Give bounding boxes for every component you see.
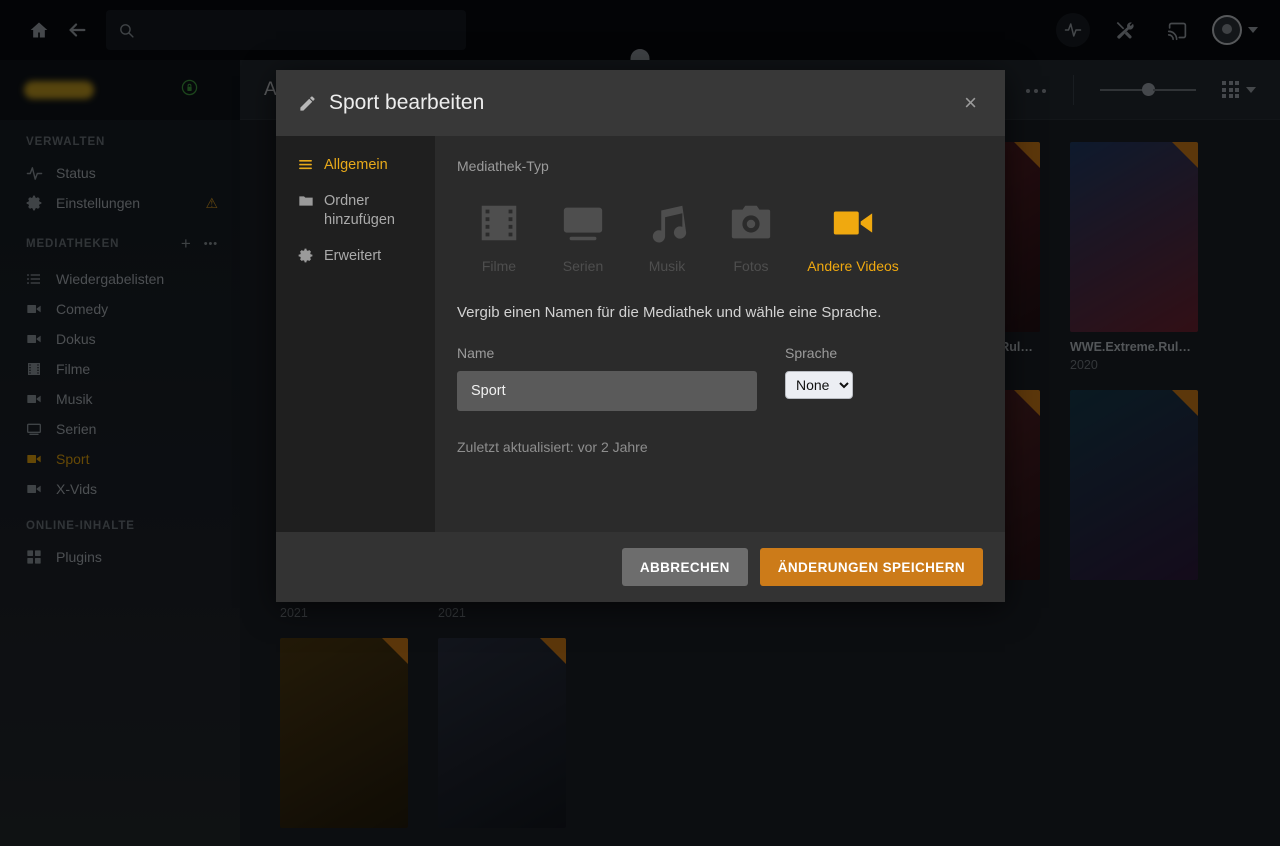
edit-library-dialog: Sport bearbeiten × Allgemein Ordner hinz… [276, 70, 1005, 602]
language-select[interactable]: None [785, 371, 853, 399]
last-updated-text: Zuletzt aktualisiert: vor 2 Jahre [457, 439, 648, 455]
media-type-label-text: Musik [648, 258, 686, 274]
media-type-options: Filme Serien Musik Fotos Andere Videos [457, 200, 1005, 274]
camera-icon [731, 205, 771, 239]
library-name-input[interactable] [457, 371, 757, 411]
media-type-label-text: Filme [481, 258, 517, 274]
media-type-label-text: Serien [562, 258, 604, 274]
form-hint: Vergib einen Namen für die Mediathek und… [457, 304, 882, 321]
app-root: A WWE.Clash.of.Cha…2021WWE.Crown.Jewel.…… [0, 0, 1280, 846]
dialog-header: Sport bearbeiten × [276, 70, 1005, 136]
close-icon[interactable]: × [958, 88, 983, 118]
media-type-label: Mediathek-Typ [457, 158, 549, 174]
media-type-musik[interactable]: Musik [625, 200, 709, 274]
video-camera-icon [833, 211, 873, 235]
music-note-icon [652, 205, 687, 243]
dialog-nav-label: Allgemein [324, 157, 388, 173]
media-type-andere-videos[interactable]: Andere Videos [793, 200, 913, 274]
film-strip-icon [481, 205, 517, 241]
tv-icon [563, 207, 603, 241]
name-field-group: Name [457, 345, 757, 411]
dialog-title: Sport bearbeiten [329, 91, 485, 114]
cancel-button[interactable]: ABBRECHEN [621, 548, 748, 586]
folder-icon [298, 193, 318, 209]
media-type-label-text: Andere Videos [807, 258, 899, 274]
save-changes-button[interactable]: ÄNDERUNGEN SPEICHERN [759, 548, 983, 586]
form-row: Name Sprache None [457, 345, 1005, 411]
dialog-main: Mediathek-Typ Filme Serien Musik Fotos A… [435, 136, 1005, 532]
dialog-nav-label: Ordner hinzufügen [324, 192, 395, 229]
dialog-nav-item-allgemein[interactable]: Allgemein [276, 148, 435, 184]
media-type-filme[interactable]: Filme [457, 200, 541, 274]
dialog-nav-item-ordner-hinzufuegen[interactable]: Ordner hinzufügen [276, 184, 435, 239]
dialog-nav: Allgemein Ordner hinzufügen Erweitert [276, 136, 435, 532]
language-field-group: Sprache None [785, 345, 853, 411]
dialog-footer: ABBRECHEN ÄNDERUNGEN SPEICHERN [276, 532, 1005, 602]
hamburger-icon [298, 157, 318, 172]
dialog-nav-label: Erweitert [324, 247, 382, 264]
name-label: Name [457, 345, 495, 361]
gear-icon [298, 248, 318, 263]
dialog-nav-item-erweitert[interactable]: Erweitert [276, 239, 435, 275]
media-type-serien[interactable]: Serien [541, 200, 625, 274]
dialog-body: Allgemein Ordner hinzufügen Erweitert Me… [276, 136, 1005, 532]
media-type-label-text: Fotos [733, 258, 769, 274]
language-label: Sprache [785, 345, 838, 361]
pencil-icon [298, 94, 317, 113]
media-type-fotos[interactable]: Fotos [709, 200, 793, 274]
